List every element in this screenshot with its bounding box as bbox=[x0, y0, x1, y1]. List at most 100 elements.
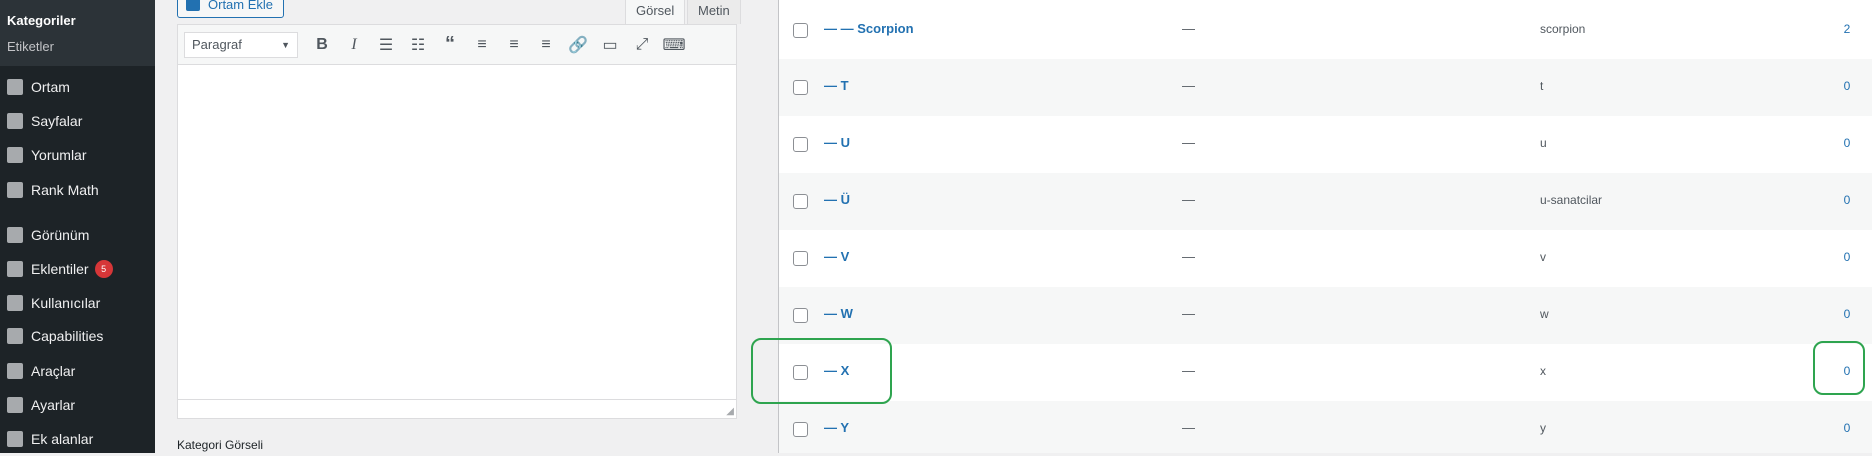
highlight-count-box bbox=[1813, 341, 1865, 395]
submenu-item-categories[interactable]: Kategoriler bbox=[0, 8, 155, 34]
sidebar-item-label: Capabilities bbox=[31, 328, 104, 344]
format-value: Paragraf bbox=[192, 37, 242, 52]
bullet-list-icon[interactable]: ☰ bbox=[370, 30, 402, 60]
term-count-link[interactable]: 0 bbox=[1837, 307, 1857, 321]
align-right-icon[interactable]: ≡ bbox=[530, 30, 562, 60]
editor-toolbar: Paragraf ▼ B I ☰ ☷ “ ≡ ≡ ≡ 🔗 ▭ ⤢ ⌨ bbox=[178, 25, 736, 65]
italic-icon[interactable]: I bbox=[338, 30, 370, 60]
tab-visual[interactable]: Görsel bbox=[625, 0, 686, 24]
bold-icon[interactable]: B bbox=[306, 30, 338, 60]
terms-table: — — Scorpion — scorpion 2 — T — t 0 — U … bbox=[778, 0, 1872, 453]
term-count-link[interactable]: 0 bbox=[1837, 136, 1857, 150]
sidebar-item-label: Rank Math bbox=[31, 182, 99, 198]
add-media-label: Ortam Ekle bbox=[208, 0, 274, 12]
sidebar-item-plugins[interactable]: Eklentiler 5 bbox=[0, 252, 155, 286]
term-name-link[interactable]: — — Scorpion bbox=[824, 21, 914, 36]
toolbar-toggle-icon[interactable]: ⌨ bbox=[658, 30, 690, 60]
term-slug: u bbox=[1540, 136, 1547, 150]
users-icon bbox=[0, 286, 30, 320]
sidebar-item-comments[interactable]: Yorumlar bbox=[0, 138, 155, 172]
table-row: — — Scorpion — scorpion 2 bbox=[779, 2, 1872, 59]
sidebar-item-label: Kullanıcılar bbox=[31, 295, 101, 311]
media-icon bbox=[0, 70, 30, 104]
row-checkbox[interactable] bbox=[793, 137, 808, 152]
sidebar-item-custom-fields[interactable]: Ek alanlar bbox=[0, 422, 155, 456]
sidebar-item-media[interactable]: Ortam bbox=[0, 70, 155, 104]
resize-handle-icon[interactable]: ◢ bbox=[726, 406, 734, 417]
sidebar-item-capabilities[interactable]: Capabilities bbox=[0, 319, 155, 353]
description-editor[interactable]: Paragraf ▼ B I ☰ ☷ “ ≡ ≡ ≡ 🔗 ▭ ⤢ ⌨ ◢ bbox=[177, 24, 737, 419]
term-name-link[interactable]: — T bbox=[824, 78, 849, 93]
blockquote-icon[interactable]: “ bbox=[434, 30, 466, 60]
term-count-link[interactable]: 0 bbox=[1837, 79, 1857, 93]
term-count-link[interactable]: 0 bbox=[1837, 250, 1857, 264]
sidebar-item-label: Görünüm bbox=[31, 227, 90, 243]
settings-icon bbox=[0, 388, 30, 422]
align-center-icon[interactable]: ≡ bbox=[498, 30, 530, 60]
term-description: — bbox=[1182, 78, 1195, 93]
sidebar-item-label: Araçlar bbox=[31, 363, 76, 379]
term-description: — bbox=[1182, 363, 1195, 378]
highlight-name-box bbox=[751, 338, 892, 404]
term-slug: scorpion bbox=[1540, 22, 1586, 36]
tab-text[interactable]: Metin bbox=[687, 0, 741, 24]
term-count-link[interactable]: 2 bbox=[1837, 22, 1857, 36]
sidebar-item-settings[interactable]: Ayarlar bbox=[0, 388, 155, 422]
row-checkbox[interactable] bbox=[793, 194, 808, 209]
term-name-link[interactable]: — V bbox=[824, 249, 849, 264]
sidebar-item-appearance[interactable]: Görünüm bbox=[0, 218, 155, 252]
term-description: — bbox=[1182, 135, 1195, 150]
table-row: — T — t 0 bbox=[779, 59, 1872, 116]
row-checkbox[interactable] bbox=[793, 308, 808, 323]
rank-math-icon bbox=[0, 173, 30, 207]
term-count-link[interactable]: 0 bbox=[1837, 421, 1857, 435]
row-checkbox[interactable] bbox=[793, 422, 808, 437]
term-slug: t bbox=[1540, 79, 1544, 93]
term-name-link[interactable]: — Ü bbox=[824, 192, 850, 207]
sidebar-item-label: Ayarlar bbox=[31, 397, 76, 413]
row-checkbox[interactable] bbox=[793, 23, 808, 38]
term-name-link[interactable]: — W bbox=[824, 306, 853, 321]
plugins-icon bbox=[0, 252, 30, 286]
term-name-link[interactable]: — Y bbox=[824, 420, 849, 435]
format-select[interactable]: Paragraf ▼ bbox=[184, 31, 298, 58]
term-slug: w bbox=[1540, 307, 1549, 321]
fullscreen-icon[interactable]: ⤢ bbox=[626, 30, 658, 60]
sidebar-item-rank-math[interactable]: Rank Math bbox=[0, 173, 155, 207]
term-name-link[interactable]: — U bbox=[824, 135, 850, 150]
term-slug: v bbox=[1540, 250, 1546, 264]
admin-sidebar: Kategoriler Etiketler Ortam Sayfalar Yor… bbox=[0, 0, 155, 453]
table-row: — V — v 0 bbox=[779, 230, 1872, 287]
sidebar-item-label: Sayfalar bbox=[31, 113, 83, 129]
term-description: — bbox=[1182, 420, 1195, 435]
sidebar-item-users[interactable]: Kullanıcılar bbox=[0, 286, 155, 320]
sidebar-item-tools[interactable]: Araçlar bbox=[0, 354, 155, 388]
sidebar-item-pages[interactable]: Sayfalar bbox=[0, 104, 155, 138]
row-checkbox[interactable] bbox=[793, 251, 808, 266]
sidebar-item-label: Yorumlar bbox=[31, 147, 87, 163]
submenu-item-tags[interactable]: Etiketler bbox=[0, 34, 155, 60]
numbered-list-icon[interactable]: ☷ bbox=[402, 30, 434, 60]
table-row: — X — x 0 bbox=[779, 344, 1872, 401]
link-icon[interactable]: 🔗 bbox=[562, 30, 594, 60]
term-description: — bbox=[1182, 21, 1195, 36]
term-description: — bbox=[1182, 306, 1195, 321]
term-slug: u-sanatcilar bbox=[1540, 193, 1603, 207]
appearance-icon bbox=[0, 218, 30, 252]
term-description: — bbox=[1182, 249, 1195, 264]
sidebar-item-label: Eklentiler bbox=[31, 261, 89, 277]
term-count-link[interactable]: 0 bbox=[1837, 193, 1857, 207]
add-media-button[interactable]: Ortam Ekle bbox=[177, 0, 285, 18]
media-icon bbox=[186, 0, 200, 11]
align-left-icon[interactable]: ≡ bbox=[466, 30, 498, 60]
editor-statusbar: ◢ bbox=[178, 399, 736, 418]
category-image-label: Kategori Görseli bbox=[177, 438, 264, 452]
sidebar-item-label: Ek alanlar bbox=[31, 431, 94, 447]
table-row: — Y — y 0 bbox=[779, 401, 1872, 453]
table-row: — U — u 0 bbox=[779, 116, 1872, 173]
term-description: — bbox=[1182, 192, 1195, 207]
sidebar-item-label: Ortam bbox=[31, 79, 70, 95]
read-more-icon[interactable]: ▭ bbox=[594, 30, 626, 60]
row-checkbox[interactable] bbox=[793, 80, 808, 95]
tools-icon bbox=[0, 354, 30, 388]
